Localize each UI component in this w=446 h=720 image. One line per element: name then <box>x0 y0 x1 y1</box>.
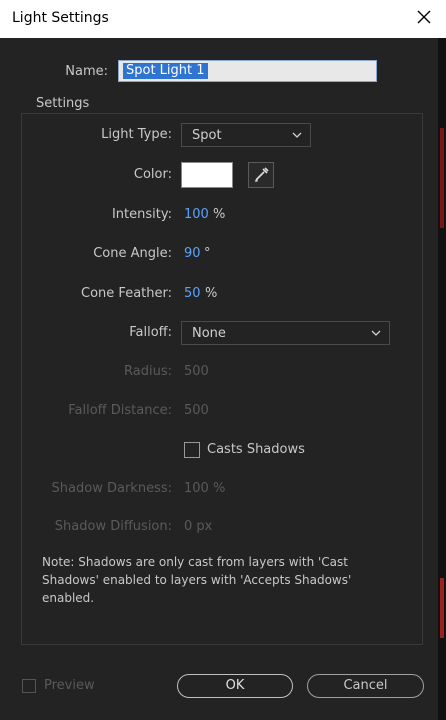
light-type-value: Spot <box>192 128 222 143</box>
color-label: Color: <box>133 167 172 182</box>
intensity-value[interactable]: 100 <box>184 207 209 222</box>
shadows-note: Note: Shadows are only cast from layers … <box>42 555 352 605</box>
cone-angle-label: Cone Angle: <box>93 246 172 261</box>
preview-label: Preview <box>44 678 95 693</box>
casts-shadows-checkbox[interactable] <box>184 442 200 458</box>
cone-angle-unit: ° <box>204 246 211 261</box>
eyedropper-icon <box>255 167 269 182</box>
cancel-button[interactable]: Cancel <box>307 674 424 698</box>
radius-value: 500 <box>184 364 209 379</box>
chevron-down-icon <box>292 132 302 138</box>
cone-angle-value[interactable]: 90 <box>184 246 201 261</box>
eyedropper-button[interactable] <box>248 162 274 188</box>
background-window-edge <box>438 38 446 720</box>
shadow-diffusion-value: 0 px <box>184 519 213 534</box>
shadow-darkness-label: Shadow Darkness: <box>51 481 172 496</box>
light-type-dropdown[interactable]: Spot <box>181 123 311 147</box>
falloff-label: Falloff: <box>129 325 172 340</box>
falloff-dropdown[interactable]: None <box>181 321 390 345</box>
cone-feather-value[interactable]: 50 <box>184 286 201 301</box>
falloff-distance-value: 500 <box>184 403 209 418</box>
close-icon[interactable] <box>416 9 432 25</box>
shadow-diffusion-label: Shadow Diffusion: <box>54 519 172 534</box>
preview-checkbox[interactable] <box>22 679 36 693</box>
settings-group-title: Settings <box>32 96 94 111</box>
ok-button[interactable]: OK <box>177 674 293 698</box>
cone-feather-label: Cone Feather: <box>81 286 172 301</box>
color-swatch[interactable] <box>181 162 233 188</box>
name-value: Spot Light 1 <box>123 63 208 79</box>
title-bar: Light Settings <box>0 0 446 38</box>
radius-label: Radius: <box>124 364 172 379</box>
window-title: Light Settings <box>12 10 109 26</box>
casts-shadows-label[interactable]: Casts Shadows <box>207 442 305 457</box>
intensity-unit: % <box>213 207 226 222</box>
falloff-distance-label: Falloff Distance: <box>68 403 172 418</box>
shadow-darkness-value: 100 % <box>184 481 226 496</box>
light-type-label: Light Type: <box>101 127 172 142</box>
name-input[interactable]: Spot Light 1 <box>118 60 377 82</box>
name-label: Name: <box>65 64 108 79</box>
cone-feather-unit: % <box>205 286 218 301</box>
intensity-label: Intensity: <box>111 207 172 222</box>
chevron-down-icon <box>371 330 381 336</box>
falloff-value: None <box>192 326 226 341</box>
